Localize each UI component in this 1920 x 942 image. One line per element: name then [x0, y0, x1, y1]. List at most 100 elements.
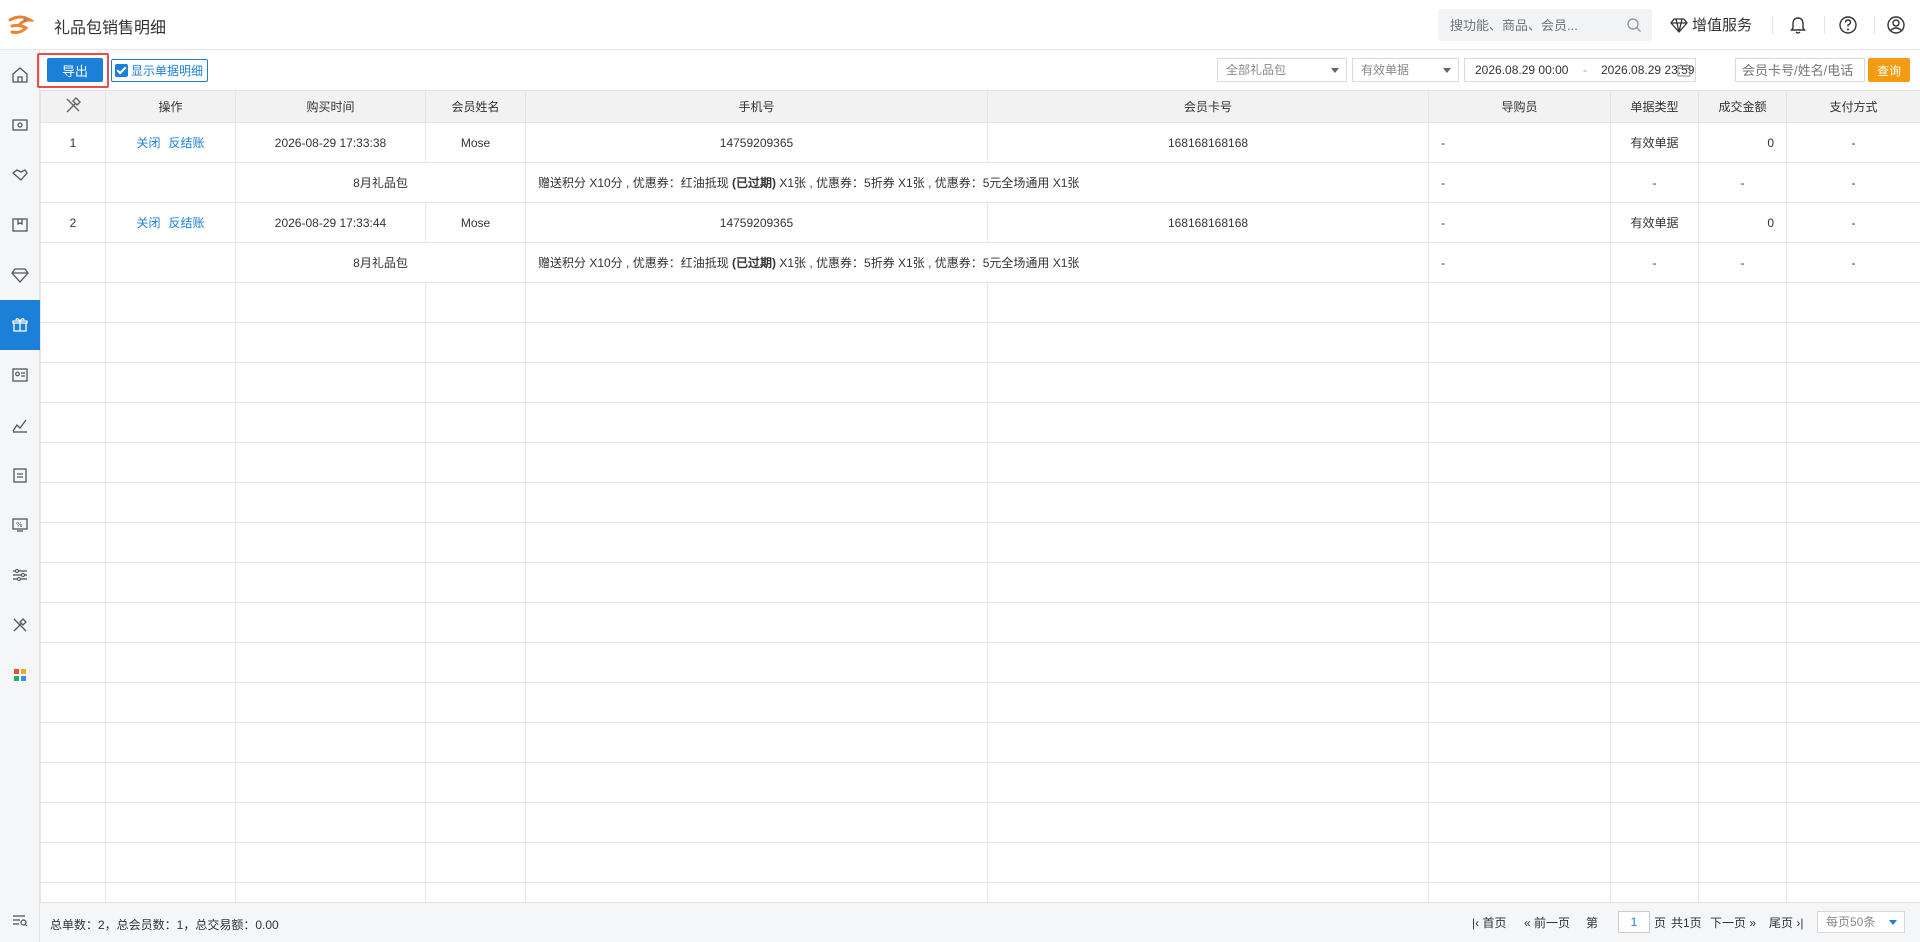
global-search[interactable]	[1438, 9, 1652, 41]
amount-cell: -	[1698, 242, 1787, 283]
purchase-time-cell: 2026-08-29 17:33:38	[235, 122, 426, 163]
user-avatar-icon[interactable]	[1886, 15, 1906, 35]
show-detail-checkbox[interactable]: 显示单据明细	[111, 59, 209, 82]
guide-cell: -	[1428, 162, 1611, 203]
page-number-input[interactable]	[1618, 911, 1650, 933]
reverse-checkout-link[interactable]: 反结账	[169, 136, 205, 150]
per-page-select[interactable]: 每页50条	[1817, 911, 1905, 933]
gift-content-cell: 赠送积分 X10分 , 优惠券：红油抵现 (已过期) X1张 , 优惠券：5折券…	[525, 162, 1429, 203]
empty-row	[40, 802, 1920, 843]
calendar-icon[interactable]	[1677, 63, 1691, 77]
vip-service-label: 增值服务	[1692, 17, 1753, 34]
query-button[interactable]: 查询	[1868, 58, 1910, 82]
search-icon[interactable]	[1626, 17, 1642, 33]
tools-icon[interactable]	[63, 96, 83, 114]
table-detail-row: 8月礼品包 赠送积分 X10分 , 优惠券：红油抵现 (已过期) X1张 , 优…	[40, 242, 1920, 283]
header-divider	[1824, 16, 1825, 34]
row-index: 2	[40, 202, 106, 243]
column-header-pay-method: 支付方式	[1786, 90, 1920, 123]
member-search-input[interactable]	[1735, 58, 1865, 82]
chevron-down-icon	[1889, 920, 1897, 925]
row-operations: 关闭 反结账	[105, 122, 236, 163]
sidebar-collapse-button[interactable]	[0, 900, 40, 940]
close-order-link[interactable]: 关闭	[136, 216, 160, 230]
last-page-label: 尾页	[1769, 916, 1794, 930]
sidebar-item-tools[interactable]	[0, 600, 40, 650]
sidebar-item-staff[interactable]	[0, 350, 40, 400]
sidebar-item-settings[interactable]	[0, 550, 40, 600]
close-order-link[interactable]: 关闭	[136, 136, 160, 150]
empty-row	[40, 482, 1920, 523]
summary-text: 总单数：2，总会员数：1，总交易额：0.00	[50, 918, 279, 932]
global-search-input[interactable]	[1438, 9, 1618, 41]
date-range-picker[interactable]: 2026.08.29 00:00 - 2026.08.29 23:59	[1464, 58, 1696, 82]
home-icon	[12, 67, 28, 83]
sidebar-item-report[interactable]	[0, 400, 40, 450]
sidebar-item-promotion[interactable]: %	[0, 500, 40, 550]
sidebar-item-orders[interactable]	[0, 450, 40, 500]
app-logo-icon[interactable]	[4, 12, 34, 38]
help-icon[interactable]	[1838, 15, 1858, 35]
empty-row	[40, 402, 1920, 443]
first-page-label: 首页	[1482, 916, 1507, 930]
next-page-label: 下一页	[1710, 916, 1747, 930]
sidebar-item-cashier[interactable]	[0, 100, 40, 150]
empty-row	[40, 882, 1920, 902]
empty-table-rows	[40, 282, 1920, 902]
last-page-icon: ›|	[1796, 916, 1804, 930]
empty-row	[40, 522, 1920, 563]
cashier-icon	[12, 119, 28, 131]
next-page-button[interactable]: 下一页 »	[1710, 914, 1756, 931]
id-card-icon	[12, 368, 28, 382]
reverse-checkout-link[interactable]: 反结账	[169, 216, 205, 230]
page-prefix: 第	[1586, 916, 1599, 930]
empty-row	[40, 602, 1920, 643]
column-header-doc-type: 单据类型	[1610, 90, 1699, 123]
column-settings-header[interactable]	[40, 90, 106, 123]
gift-content-text: 赠送积分 X10分 , 优惠券：红油抵现	[538, 256, 733, 270]
card-no-cell: 168168168168	[987, 122, 1429, 163]
sidebar-item-gift[interactable]	[0, 300, 40, 350]
date-start[interactable]: 2026.08.29 00:00	[1475, 59, 1568, 81]
package-select[interactable]: 全部礼品包	[1217, 58, 1347, 82]
gift-content-text: X1张 , 优惠券：5折券 X1张 , 优惠券：5元全场通用 X1张	[776, 176, 1080, 190]
prev-page-button[interactable]: « 前一页	[1524, 914, 1570, 931]
status-select[interactable]: 有效单据	[1352, 58, 1459, 82]
gift-content-text: 赠送积分 X10分 , 优惠券：红油抵现	[538, 176, 733, 190]
first-page-button[interactable]: |‹ 首页	[1472, 914, 1506, 931]
status-select-value: 有效单据	[1361, 63, 1410, 77]
double-chevron-left-icon: «	[1524, 916, 1531, 930]
column-header-member-name: 会员姓名	[425, 90, 526, 123]
chevron-down-icon	[1443, 68, 1451, 73]
sidebar-item-apps[interactable]	[0, 650, 40, 700]
table-row: 2 关闭 反结账 2026-08-29 17:33:44 Mose 1475920…	[40, 202, 1920, 243]
doc-type-cell: 有效单据	[1610, 202, 1699, 243]
sidebar-item-member[interactable]	[0, 150, 40, 200]
column-header-card-no: 会员卡号	[987, 90, 1429, 123]
export-button[interactable]: 导出	[47, 58, 103, 82]
sidebar-item-goods[interactable]	[0, 200, 40, 250]
amount-cell: 0	[1698, 202, 1787, 243]
checkbox-checked-icon[interactable]	[115, 64, 128, 77]
empty-row	[40, 682, 1920, 723]
vip-service-button[interactable]: 增值服务	[1670, 14, 1752, 35]
doc-type-cell: -	[1610, 242, 1699, 283]
amount-cell: -	[1698, 162, 1787, 203]
per-page-value: 每页50条	[1826, 915, 1876, 929]
empty-row	[40, 562, 1920, 603]
phone-cell: 14759209365	[525, 122, 988, 163]
last-page-button[interactable]: 尾页 ›|	[1769, 914, 1803, 931]
pay-method-cell: -	[1786, 242, 1920, 283]
phone-cell: 14759209365	[525, 202, 988, 243]
column-header-purchase-time: 购买时间	[235, 90, 426, 123]
pay-method-cell: -	[1786, 162, 1920, 203]
table-header-row: 操作 购买时间 会员姓名 手机号 会员卡号 导购员 单据类型 成交金额 支付方式	[40, 90, 1920, 123]
guide-cell: -	[1428, 122, 1611, 163]
gift-content-text: X1张 , 优惠券：5折券 X1张 , 优惠券：5元全场通用 X1张	[776, 256, 1080, 270]
discount-icon: %	[12, 518, 28, 532]
sidebar-item-home[interactable]	[0, 50, 40, 100]
bell-icon[interactable]	[1788, 15, 1808, 35]
sidebar-item-value[interactable]	[0, 250, 40, 300]
empty-row	[40, 442, 1920, 483]
table-row: 1 关闭 反结账 2026-08-29 17:33:38 Mose 1475920…	[40, 122, 1920, 163]
